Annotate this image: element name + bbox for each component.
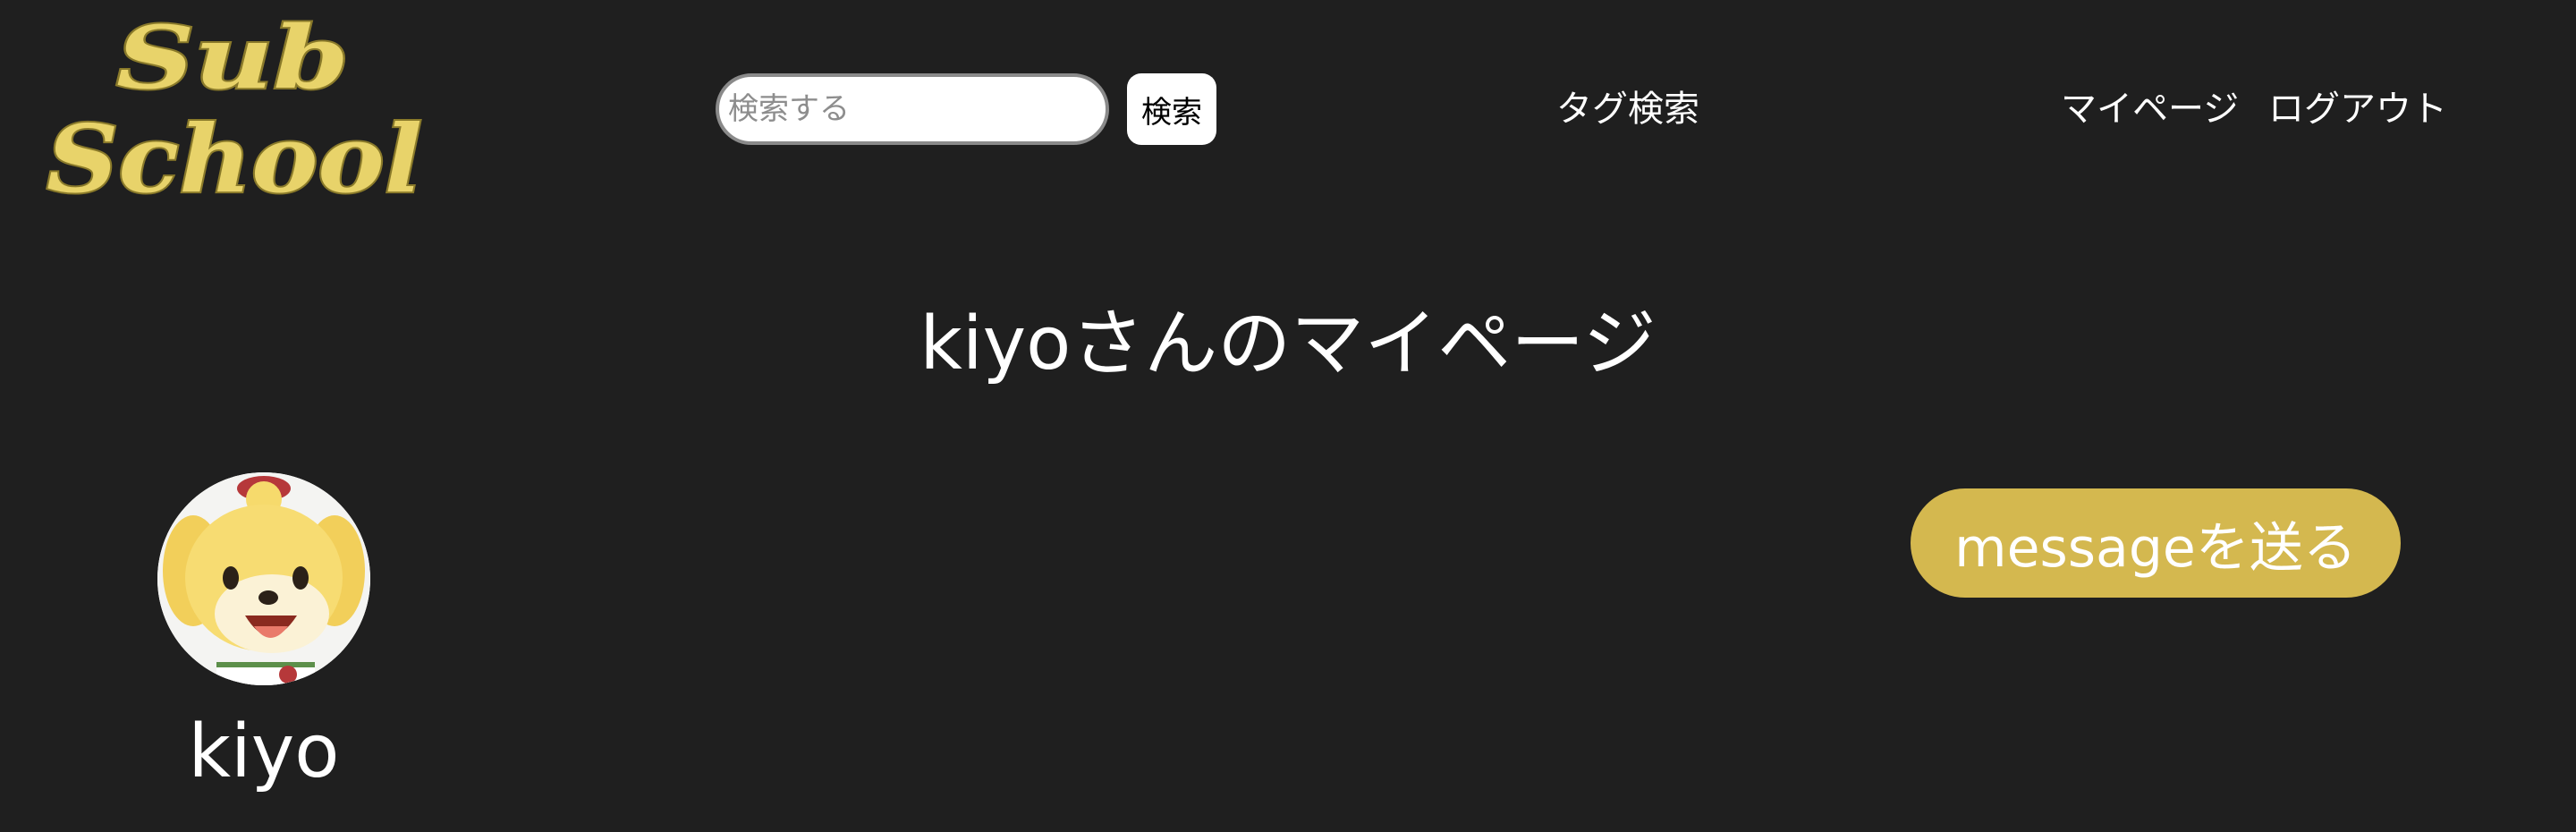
logo-line2: School <box>47 104 422 206</box>
dog-character-avatar-icon <box>157 472 370 685</box>
nav-tag-search-link[interactable]: タグ検索 <box>1556 82 1699 136</box>
nav-mypage-link[interactable]: マイページ <box>2061 82 2239 136</box>
search-input[interactable] <box>716 73 1109 145</box>
profile-username: kiyo <box>188 709 340 794</box>
page-title: kiyoさんのマイページ <box>919 301 1657 386</box>
logo-graphic: Sub School <box>45 5 424 206</box>
nav-logout-link[interactable]: ログアウト <box>2268 82 2447 136</box>
logo-line1: Sub <box>116 7 349 108</box>
page: Sub School 検索 タグ検索 マイページ ログアウト kiyoさんのマイ… <box>0 0 2576 832</box>
avatar <box>157 472 370 685</box>
site-logo[interactable]: Sub School <box>36 5 429 206</box>
send-message-button[interactable]: messageを送る <box>1911 488 2401 598</box>
search-button[interactable]: 検索 <box>1127 73 1216 145</box>
search-form: 検索 <box>716 73 1216 145</box>
